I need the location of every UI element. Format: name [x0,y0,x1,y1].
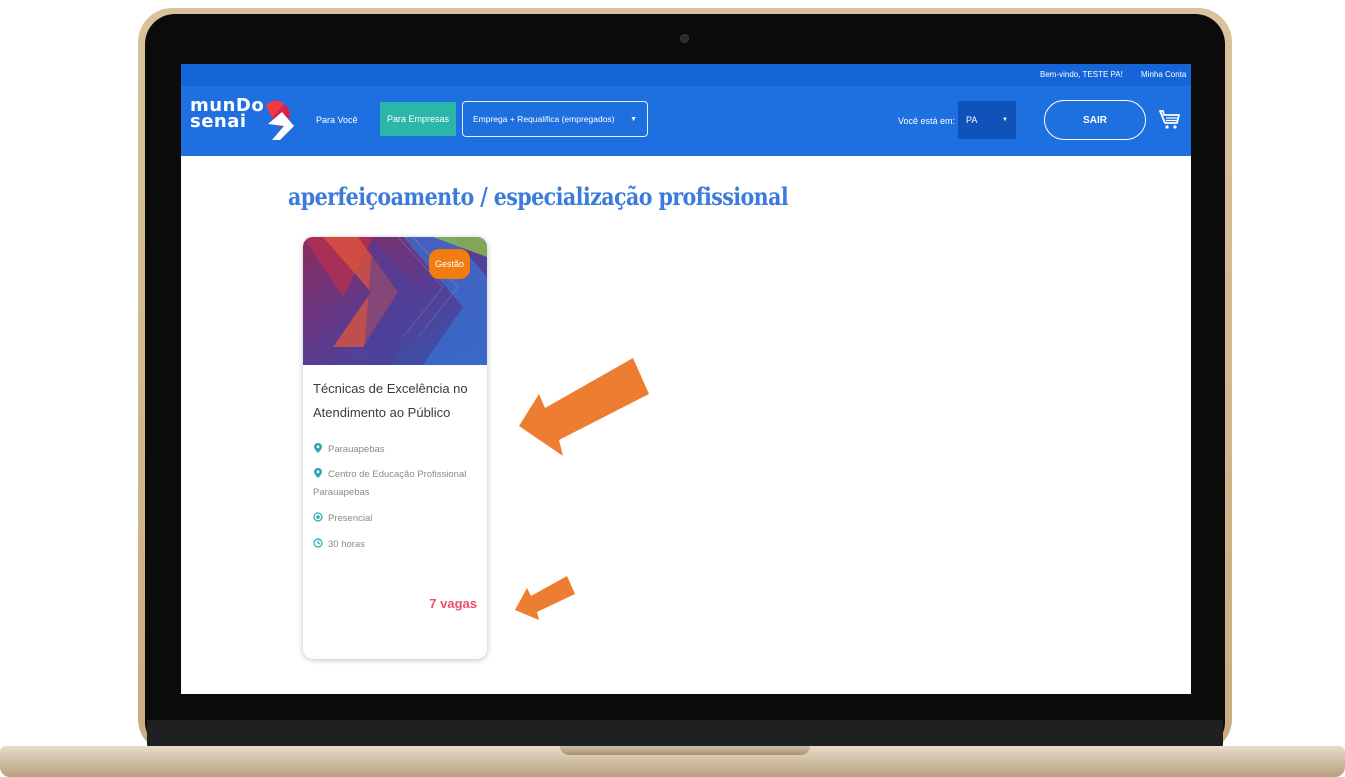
logo-mark-icon [266,100,294,140]
annotation-arrow-small [515,576,575,620]
nav-para-voce[interactable]: Para Você [316,115,358,125]
target-icon [313,512,323,522]
modality-row: Presencial [313,510,485,528]
programa-select-value: Emprega + Requalifica (empregados) [473,114,615,124]
city-row: Parauapebas [313,441,485,459]
estado-select[interactable]: PA ▼ [958,101,1016,139]
category-badge: Gestão [429,249,470,279]
course-modality: Presencial [328,513,373,524]
annotation-arrow-large [519,358,649,456]
caret-down-icon: ▼ [630,115,637,123]
location-pin-icon [314,443,322,453]
programa-select[interactable]: Emprega + Requalifica (empregados) ▼ [462,101,648,137]
clock-icon [313,538,323,548]
main-header: munDo senai Para Você Para Empresas Empr… [181,86,1191,156]
logo-text: munDo senai [190,95,265,132]
nav-para-empresas-button[interactable]: Para Empresas [380,102,456,136]
course-city: Parauapebas [328,444,385,455]
caret-down-icon: ▼ [1002,117,1008,123]
sair-button[interactable]: SAIR [1044,100,1146,140]
vacancies-count: 7 vagas [429,596,477,611]
estado-select-value: PA [966,115,978,125]
estado-label: Você está em: [898,116,956,126]
duration-row: 30 horas [313,536,485,554]
course-title[interactable]: Técnicas de Excelência no Atendimento ao… [313,377,483,425]
top-utility-bar: Bem-vindo, TESTE PA! Minha Conta [181,64,1191,86]
screen: Bem-vindo, TESTE PA! Minha Conta munDo s… [181,64,1191,694]
course-duration: 30 horas [328,539,365,550]
page-title: aperfeiçoamento / especialização profiss… [288,182,789,211]
laptop-base-notch [560,746,810,755]
school-row: Centro de Educação Profissional Parauape… [313,466,485,502]
shopping-cart-icon[interactable] [1159,108,1181,130]
mundo-senai-logo[interactable]: munDo senai [190,95,294,144]
course-school: Centro de Educação Profissional Parauape… [313,469,467,498]
welcome-text: Bem-vindo, TESTE PA! [1040,70,1123,79]
location-pin-icon [314,468,322,478]
webcam [681,35,688,42]
my-account-link[interactable]: Minha Conta [1141,70,1186,79]
course-card[interactable]: Gestão Técnicas de Excelência no Atendim… [303,237,487,659]
